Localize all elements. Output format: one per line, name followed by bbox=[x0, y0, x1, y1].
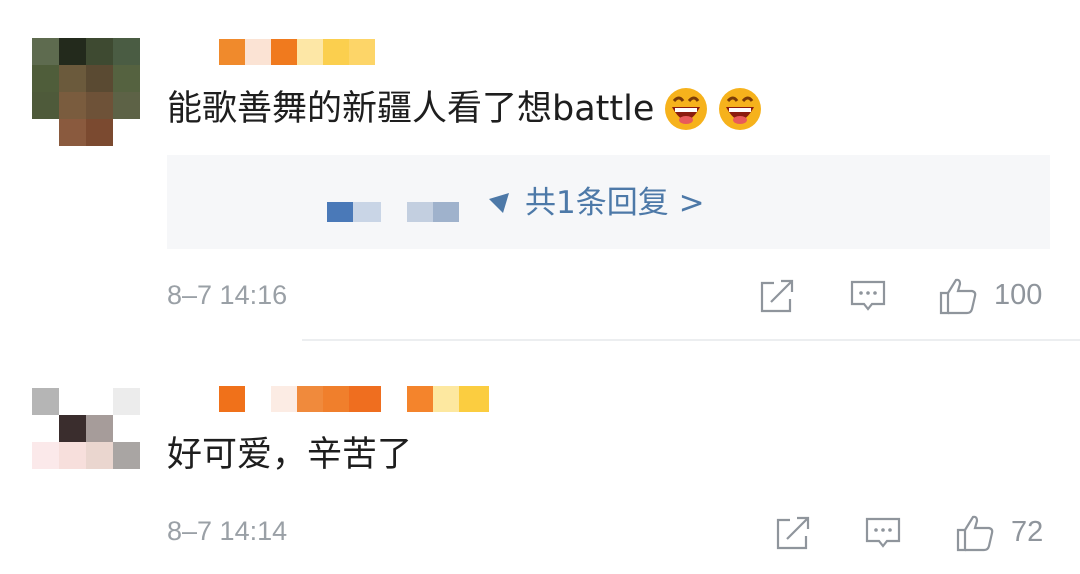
action-bar: 72 bbox=[0, 513, 1080, 553]
triangle-arrow-icon bbox=[489, 193, 509, 213]
reply-username-pixelated bbox=[327, 202, 353, 222]
share-icon[interactable] bbox=[773, 513, 813, 553]
comment-icon[interactable] bbox=[863, 513, 903, 553]
username-pixelated[interactable] bbox=[193, 386, 489, 412]
pixel-block bbox=[407, 202, 433, 222]
pixel-block bbox=[353, 202, 381, 222]
action-bar: 100 bbox=[0, 276, 1080, 316]
view-replies-link[interactable]: 共1条回复 > bbox=[487, 183, 705, 223]
comment-text: 好可爱，辛苦了 bbox=[167, 433, 412, 477]
grinning-face-emoji bbox=[719, 88, 762, 130]
reply-preview[interactable]: 共1条回复 > bbox=[167, 155, 1050, 249]
thumbs-up-icon[interactable] bbox=[955, 513, 995, 553]
comment-text: 能歌善舞的新疆人看了想battle bbox=[167, 87, 762, 131]
comment-body: 能歌善舞的新疆人看了想battle bbox=[167, 89, 655, 129]
like-count: 100 bbox=[994, 279, 1043, 311]
grinning-face-emoji bbox=[665, 88, 708, 130]
comment-item: 能歌善舞的新疆人看了想battle 共1条回复 > 8–7 14:16 100 bbox=[0, 0, 1080, 340]
thumbs-up-icon[interactable] bbox=[938, 276, 978, 316]
share-icon[interactable] bbox=[757, 276, 797, 316]
comment-icon[interactable] bbox=[848, 276, 888, 316]
like-count: 72 bbox=[1011, 516, 1044, 548]
pixel-block bbox=[433, 202, 459, 222]
comment-item: 好可爱，辛苦了 8–7 14:14 72 bbox=[0, 341, 1080, 574]
reply-link-label: 共1条回复 > bbox=[525, 185, 705, 221]
comment-body: 好可爱，辛苦了 bbox=[167, 435, 413, 475]
avatar[interactable] bbox=[32, 388, 140, 469]
username-pixelated[interactable] bbox=[219, 39, 375, 65]
avatar[interactable] bbox=[32, 38, 140, 146]
